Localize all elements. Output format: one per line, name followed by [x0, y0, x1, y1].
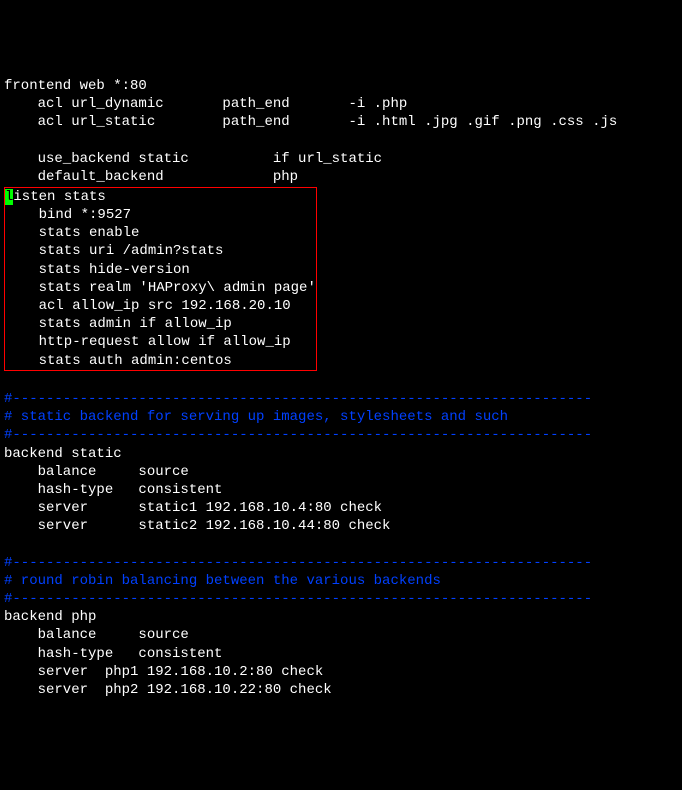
config-stats-auth: stats auth admin:centos	[5, 352, 316, 370]
config-server-php2: server php2 192.168.10.22:80 check	[4, 681, 678, 699]
config-hash-type: hash-type consistent	[4, 645, 678, 663]
blank-line	[4, 131, 678, 149]
config-bind: bind *:9527	[5, 206, 316, 224]
config-use-backend: use_backend static if url_static	[4, 150, 678, 168]
comment-dashes: #---------------------------------------…	[4, 426, 678, 444]
config-hash-type: hash-type consistent	[4, 481, 678, 499]
config-server-static2: server static2 192.168.10.44:80 check	[4, 517, 678, 535]
listen-stats-text: isten stats	[13, 189, 105, 205]
config-listen-stats-title: listen stats	[5, 188, 316, 206]
config-stats-realm: stats realm 'HAProxy\ admin page'	[5, 279, 316, 297]
config-http-request: http-request allow if allow_ip	[5, 333, 316, 351]
blank-line	[4, 535, 678, 553]
config-stats-admin: stats admin if allow_ip	[5, 315, 316, 333]
config-frontend-title: frontend web *:80	[4, 77, 678, 95]
config-balance: balance source	[4, 626, 678, 644]
config-stats-uri: stats uri /admin?stats	[5, 242, 316, 260]
config-stats-enable: stats enable	[5, 224, 316, 242]
comment-dashes: #---------------------------------------…	[4, 554, 678, 572]
config-default-backend: default_backend php	[4, 168, 678, 186]
blank-line	[4, 372, 678, 390]
config-stats-hide-version: stats hide-version	[5, 261, 316, 279]
config-acl-static: acl url_static path_end -i .html .jpg .g…	[4, 113, 678, 131]
config-server-static1: server static1 192.168.10.4:80 check	[4, 499, 678, 517]
config-backend-static-title: backend static	[4, 445, 678, 463]
comment-dashes: #---------------------------------------…	[4, 390, 678, 408]
config-acl-dynamic: acl url_dynamic path_end -i .php	[4, 95, 678, 113]
config-balance: balance source	[4, 463, 678, 481]
comment-dashes: #---------------------------------------…	[4, 590, 678, 608]
config-acl-allow-ip: acl allow_ip src 192.168.20.10	[5, 297, 316, 315]
highlighted-listen-stats-block: listen stats bind *:9527 stats enable st…	[4, 187, 317, 371]
comment-round-robin: # round robin balancing between the vari…	[4, 572, 678, 590]
config-backend-php-title: backend php	[4, 608, 678, 626]
config-server-php1: server php1 192.168.10.2:80 check	[4, 663, 678, 681]
comment-static-backend: # static backend for serving up images, …	[4, 408, 678, 426]
